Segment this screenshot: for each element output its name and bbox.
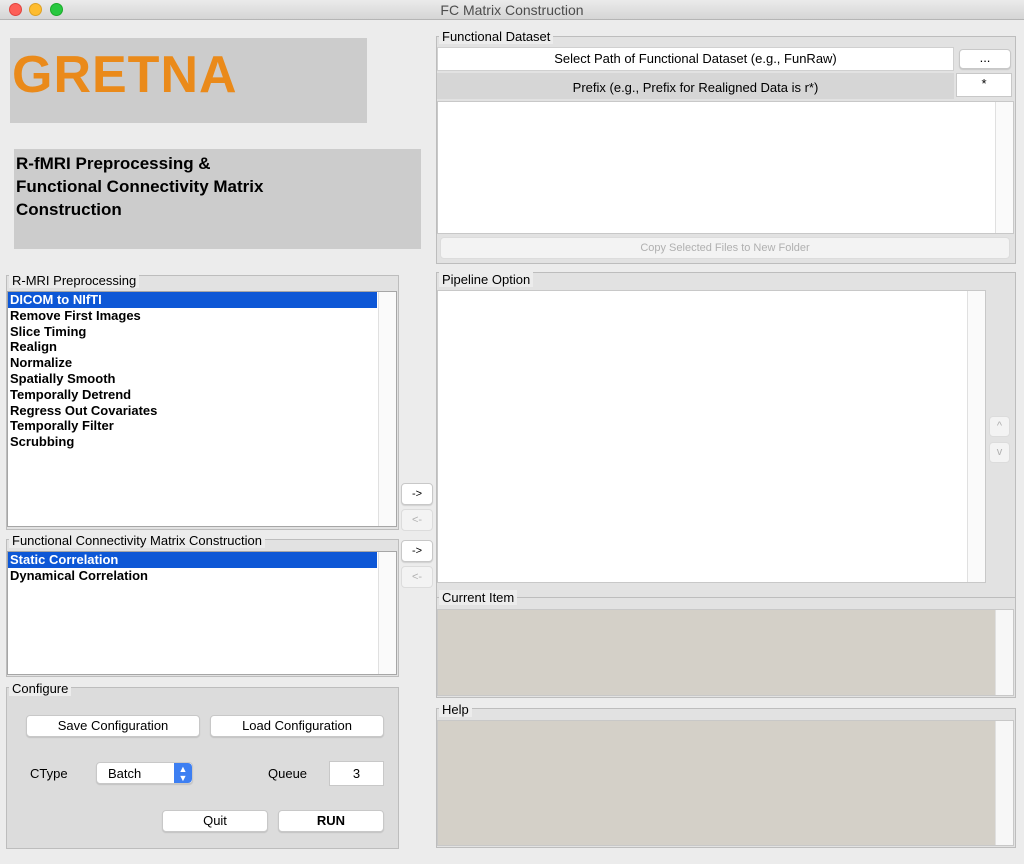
scrollbar[interactable] (967, 291, 985, 582)
list-item[interactable]: Regress Out Covariates (8, 403, 396, 419)
fc-construction-panel-title: Functional Connectivity Matrix Construct… (9, 533, 265, 548)
move-down-button[interactable]: v (989, 442, 1010, 463)
scrollbar[interactable] (995, 610, 1013, 695)
functional-dataset-panel-title: Functional Dataset (439, 29, 554, 44)
list-item[interactable]: Realign (8, 339, 396, 355)
prefix-input[interactable]: * (956, 73, 1012, 97)
prefix-label: Prefix (e.g., Prefix for Realigned Data … (437, 73, 954, 99)
preprocessing-panel-title: R-MRI Preprocessing (9, 273, 140, 288)
list-item[interactable]: Temporally Filter (8, 418, 396, 434)
list-item[interactable]: DICOM to NIfTI (8, 292, 377, 308)
list-item[interactable]: Dynamical Correlation (8, 568, 396, 584)
ctype-label: CType (30, 766, 68, 781)
scrollbar[interactable] (995, 721, 1013, 845)
app-subtitle: R-fMRI Preprocessing & Functional Connec… (16, 152, 263, 221)
quit-button[interactable]: Quit (162, 810, 268, 832)
copy-files-button[interactable]: Copy Selected Files to New Folder (440, 237, 1010, 259)
logo-block: GRETNA (10, 38, 367, 123)
remove-preprocessing-button[interactable]: <- (401, 509, 433, 531)
list-item[interactable]: Static Correlation (8, 552, 377, 568)
subtitle-line: Functional Connectivity Matrix (16, 177, 264, 196)
scrollbar[interactable] (995, 102, 1013, 233)
dataset-file-list[interactable] (437, 101, 1014, 234)
window-title: FC Matrix Construction (440, 2, 584, 18)
current-item-panel-title: Current Item (439, 590, 518, 605)
configure-panel-title: Configure (9, 681, 72, 696)
queue-input[interactable]: 3 (329, 761, 384, 786)
title-bar: FC Matrix Construction (0, 0, 1024, 20)
list-item[interactable]: Slice Timing (8, 324, 396, 340)
fc-construction-list[interactable]: Static Correlation Dynamical Correlation (7, 551, 397, 675)
help-area (437, 720, 1014, 846)
list-item[interactable]: Scrubbing (8, 434, 396, 450)
gretna-logo: GRETNA (12, 46, 238, 104)
remove-fc-button[interactable]: <- (401, 566, 433, 588)
help-panel-title: Help (439, 702, 472, 717)
list-item[interactable]: Remove First Images (8, 308, 396, 324)
add-preprocessing-button[interactable]: -> (401, 483, 433, 505)
run-button[interactable]: RUN (278, 810, 384, 832)
zoom-window-button[interactable] (50, 3, 63, 16)
pipeline-panel-title: Pipeline Option (439, 272, 534, 287)
move-up-button[interactable]: ^ (989, 416, 1010, 437)
subtitle-block: R-fMRI Preprocessing & Functional Connec… (14, 149, 421, 249)
close-window-button[interactable] (9, 3, 22, 16)
ctype-select-value: Batch (108, 766, 142, 781)
main-window: GRETNA R-fMRI Preprocessing & Functional… (0, 20, 1024, 864)
scrollbar[interactable] (378, 552, 396, 674)
current-item-area (437, 609, 1014, 696)
list-item[interactable]: Spatially Smooth (8, 371, 396, 387)
preprocessing-list[interactable]: DICOM to NIfTI Remove First Images Slice… (7, 291, 397, 527)
minimize-window-button[interactable] (29, 3, 42, 16)
browse-button[interactable]: ... (959, 49, 1011, 69)
list-item[interactable]: Temporally Detrend (8, 387, 396, 403)
list-item[interactable]: Normalize (8, 355, 396, 371)
scrollbar[interactable] (378, 292, 396, 526)
ctype-select[interactable]: Batch ▲ ▼ (96, 762, 193, 784)
dataset-path-field[interactable]: Select Path of Functional Dataset (e.g.,… (437, 47, 954, 71)
load-configuration-button[interactable]: Load Configuration (210, 715, 384, 737)
save-configuration-button[interactable]: Save Configuration (26, 715, 200, 737)
pipeline-list[interactable] (437, 290, 986, 583)
chevron-updown-icon: ▲ ▼ (174, 763, 192, 783)
subtitle-line: R-fMRI Preprocessing & (16, 154, 211, 173)
add-fc-button[interactable]: -> (401, 540, 433, 562)
queue-label: Queue (268, 766, 308, 781)
subtitle-line: Construction (16, 200, 122, 219)
